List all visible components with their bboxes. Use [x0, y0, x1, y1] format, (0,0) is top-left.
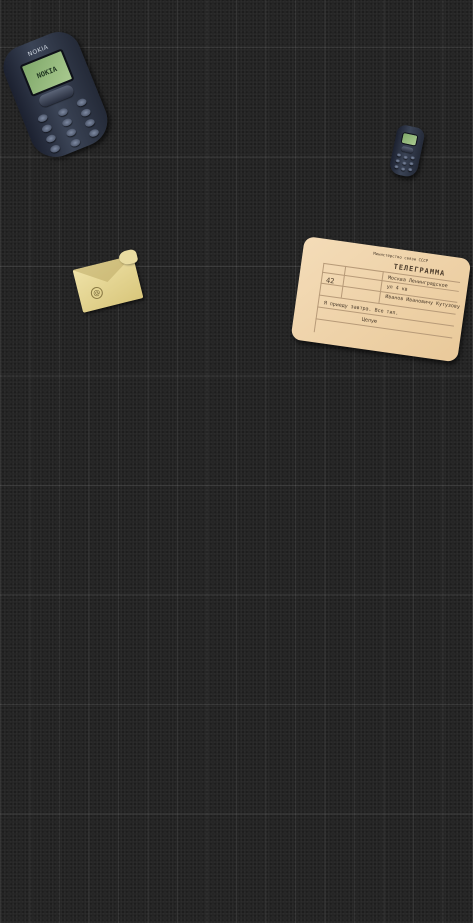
telegram-header: Министерство связи СССР — [372, 250, 429, 264]
telegram-number: 42 — [325, 276, 335, 286]
telegram-rule — [315, 318, 453, 339]
envelope[interactable]: @ — [72, 248, 144, 313]
nokia-phone-large[interactable]: NOKIA NOKIA — [0, 25, 116, 165]
telegram-paper: Министерство связи СССР ТЕЛЕГРАММА 42 Мо… — [290, 236, 472, 363]
nokia-phone-small[interactable] — [388, 123, 426, 179]
telegram-card[interactable]: Министерство связи СССР ТЕЛЕГРАММА 42 Мо… — [290, 236, 472, 363]
telegram-column-line — [340, 265, 347, 298]
telegram-column-line — [378, 271, 384, 304]
telegram-signature: Целую — [361, 316, 378, 325]
telegram-column-line — [313, 262, 325, 333]
